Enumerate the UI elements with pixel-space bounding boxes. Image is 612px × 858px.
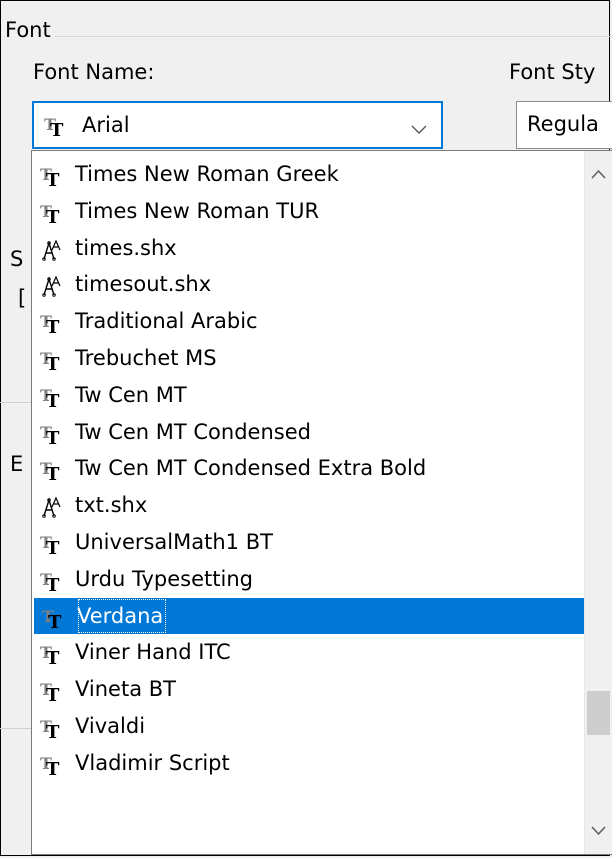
list-item-label: Vineta BT — [75, 677, 176, 702]
truetype-icon: TT — [40, 310, 64, 338]
list-item-label: txt.shx — [75, 493, 148, 518]
font-list: T T Times New Roman Greek T T Times New Roman… — [32, 156, 587, 782]
svg-text:T: T — [46, 464, 60, 482]
svg-text:T: T — [46, 354, 60, 372]
shx-font-icon — [40, 494, 64, 518]
svg-text:T: T — [46, 722, 60, 740]
font-group-title: Font — [5, 18, 55, 42]
list-item-label: times.shx — [75, 235, 177, 260]
list-item[interactable]: T T Trebuchet MS — [32, 340, 587, 377]
svg-text:T: T — [46, 685, 60, 703]
font-name-label: Font Name: — [33, 60, 155, 84]
background-label-s: S — [10, 247, 24, 271]
list-item-selected[interactable]: T T Verdana — [34, 597, 585, 635]
truetype-icon: TT — [40, 457, 64, 485]
truetype-icon: TT — [42, 605, 66, 633]
list-item[interactable]: T T Times New Roman TUR — [32, 193, 587, 230]
svg-text:T: T — [46, 317, 60, 335]
truetype-icon: TT — [40, 421, 64, 449]
svg-text:T: T — [50, 120, 64, 138]
list-item[interactable]: T T Tw Cen MT — [32, 377, 587, 414]
truetype-icon: TT — [40, 752, 64, 780]
svg-text:T: T — [46, 428, 60, 446]
list-item-label: Trebuchet MS — [75, 345, 217, 370]
list-item-label: Times New Roman Greek — [75, 162, 339, 186]
truetype-icon: TT — [40, 384, 64, 412]
font-style-label: Font Sty — [509, 60, 596, 84]
font-style-value: Regula — [527, 112, 599, 136]
list-item-label: UniversalMath1 BT — [75, 529, 273, 554]
list-item[interactable]: T T Vivaldi — [32, 708, 587, 745]
shx-font-icon — [40, 273, 64, 298]
svg-text:T: T — [46, 538, 60, 556]
scrollbar-thumb[interactable] — [587, 691, 610, 735]
svg-text:T: T — [46, 170, 60, 188]
list-item-label: Urdu Typesetting — [75, 566, 253, 591]
svg-text:T: T — [48, 612, 62, 630]
svg-text:T: T — [46, 759, 60, 777]
truetype-icon: TT — [40, 531, 64, 559]
list-item[interactable]: T T Vladimir Script — [32, 745, 587, 782]
list-item[interactable]: T T Viner Hand ITC — [32, 634, 587, 671]
list-item[interactable]: T T Tw Cen MT Condensed — [32, 414, 587, 451]
truetype-icon: TT — [40, 347, 64, 375]
background-divider — [0, 402, 31, 403]
list-item-label: Times New Roman TUR — [75, 198, 320, 223]
truetype-icon: TT — [40, 200, 64, 228]
background-divider — [0, 728, 31, 729]
list-item-label: Traditional Arabic — [75, 309, 258, 334]
svg-text:T: T — [46, 648, 60, 666]
shx-font-icon — [40, 237, 64, 261]
truetype-icon: TT — [40, 163, 64, 191]
list-item-label: Verdana — [77, 598, 167, 635]
list-item[interactable]: T T Times New Roman Greek — [32, 156, 587, 193]
list-item-label: Vladimir Script — [75, 750, 230, 775]
vertical-scrollbar[interactable] — [584, 151, 612, 854]
list-item-label: Vivaldi — [75, 713, 146, 738]
list-item[interactable]: T T Traditional Arabic — [32, 303, 587, 340]
scroll-down-icon[interactable] — [585, 816, 612, 846]
list-item-label: Tw Cen MT Condensed — [75, 419, 311, 444]
list-item[interactable]: timesout.shx — [32, 266, 587, 303]
list-item[interactable]: T T Vineta BT — [32, 671, 587, 708]
font-name-value: Arial — [82, 113, 130, 137]
font-style-combobox[interactable]: Regula — [516, 101, 612, 149]
chevron-down-icon[interactable] — [411, 120, 427, 139]
list-item-label: Tw Cen MT — [75, 382, 187, 407]
background-bracket: [ — [18, 286, 27, 310]
font-group-border — [3, 36, 612, 37]
list-item[interactable]: T T Tw Cen MT Condensed Extra Bold — [32, 450, 587, 487]
font-name-dropdown-list[interactable]: T T Times New Roman Greek T T Times New Roman… — [31, 150, 612, 855]
list-item[interactable]: txt.shx — [32, 487, 587, 524]
svg-text:T: T — [46, 207, 60, 225]
svg-text:T: T — [46, 575, 60, 593]
truetype-icon: TT — [40, 678, 64, 706]
list-item-label: Tw Cen MT Condensed Extra Bold — [75, 456, 427, 481]
truetype-icon: TT — [40, 715, 64, 743]
scroll-up-icon[interactable] — [585, 159, 612, 189]
list-item[interactable]: times.shx — [32, 230, 587, 267]
list-item[interactable]: T T Urdu Typesetting — [32, 561, 587, 598]
svg-text:T: T — [46, 391, 60, 409]
list-item-label: timesout.shx — [75, 272, 212, 297]
background-label-e: E — [10, 452, 24, 476]
truetype-icon: TT — [40, 568, 64, 596]
list-item-label: Viner Hand ITC — [75, 640, 231, 665]
truetype-icon: T T — [44, 114, 68, 142]
truetype-icon: TT — [40, 641, 64, 669]
font-name-combobox[interactable]: T T Arial — [32, 101, 443, 149]
list-item[interactable]: T T UniversalMath1 BT — [32, 524, 587, 561]
